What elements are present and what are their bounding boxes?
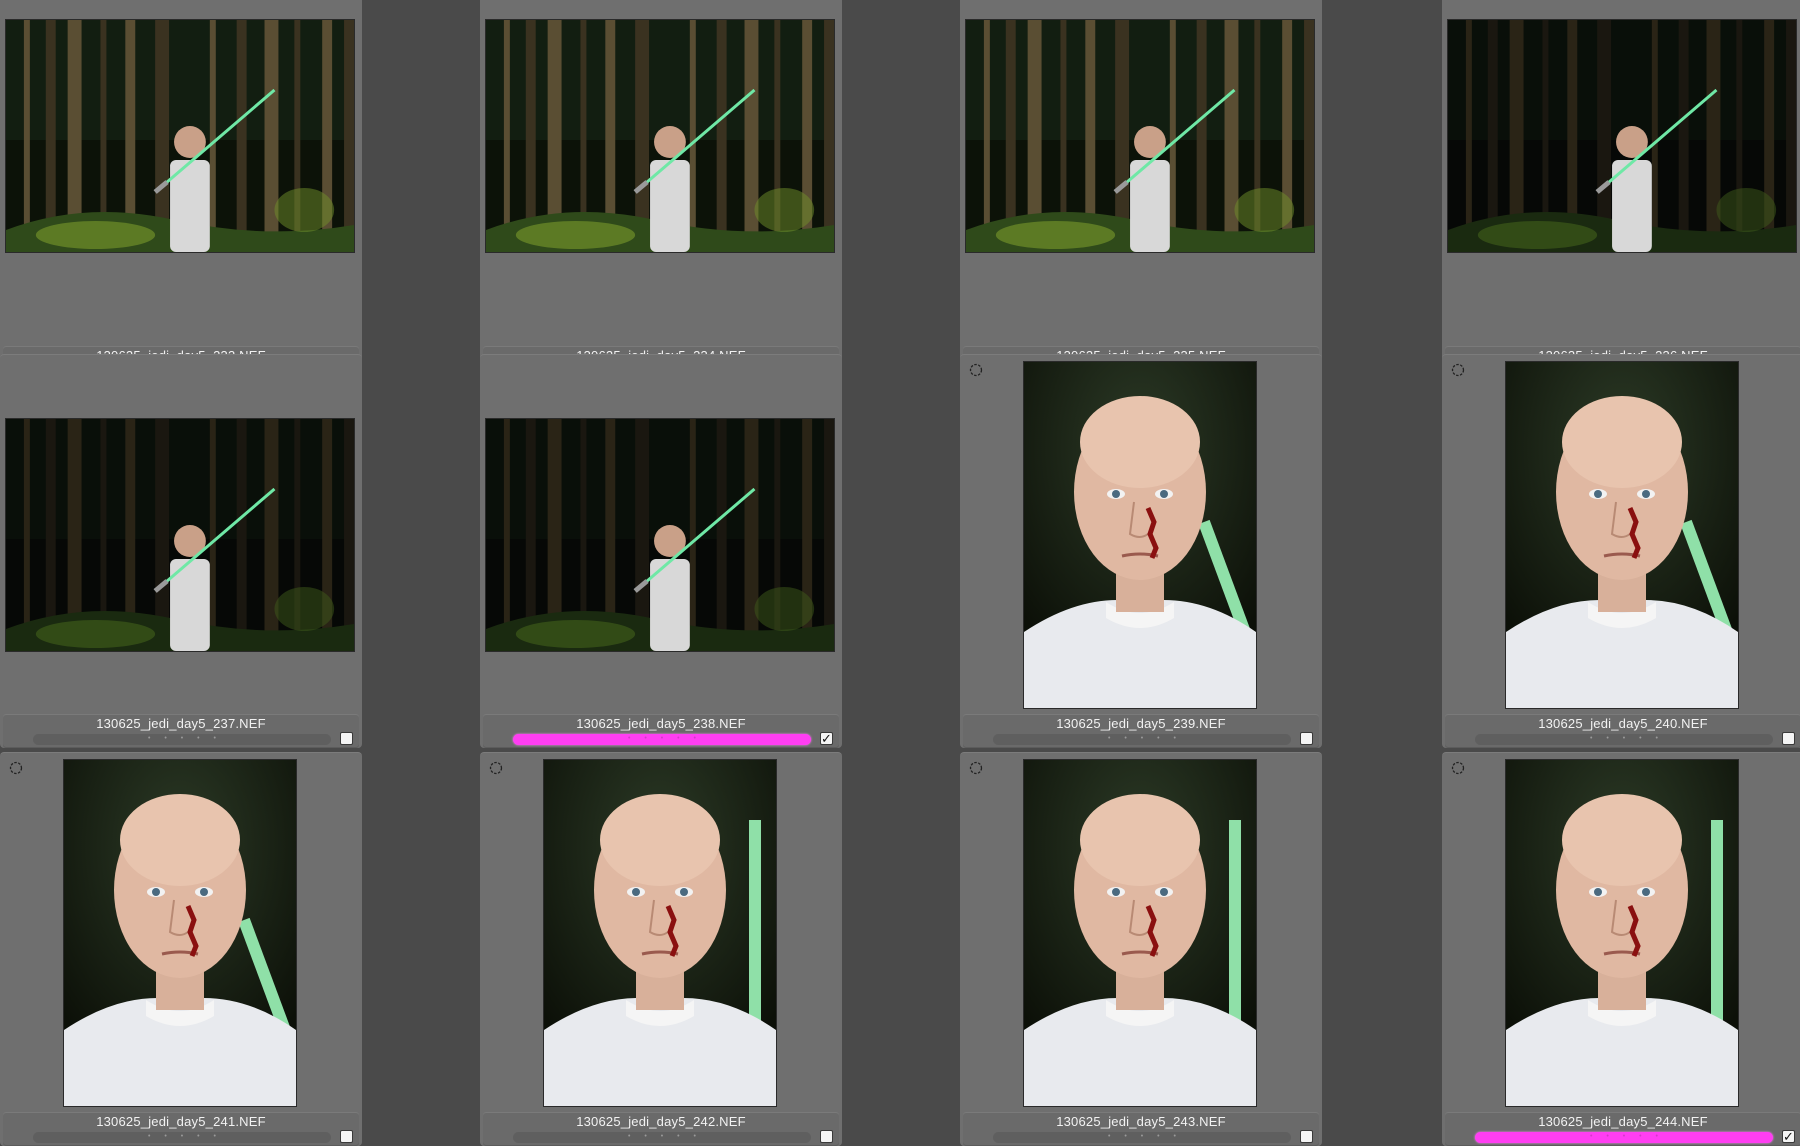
thumbnail-cell[interactable]: 130625_jedi_day5_242.NEF • • • • •	[480, 752, 842, 1146]
star-rating[interactable]: • • • • •	[993, 734, 1291, 745]
color-label-bar[interactable]: • • • • •	[33, 734, 331, 745]
thumbnail-footer: 130625_jedi_day5_239.NEF • • • • •	[963, 714, 1319, 748]
thumbnail-cell[interactable]: 130625_jedi_day5_239.NEF • • • • •	[960, 354, 1322, 748]
thumbnail-cell[interactable]: 130625_jedi_day5_241.NEF • • • • •	[0, 752, 362, 1146]
thumbnail-cell[interactable]: 130625_jedi_day5_243.NEF • • • • •	[960, 752, 1322, 1146]
photo-thumbnail[interactable]	[64, 760, 296, 1106]
thumbnail-cell[interactable]: 130625_jedi_day5_240.NEF • • • • •	[1442, 354, 1800, 748]
select-checkbox[interactable]: ✓	[1782, 1130, 1795, 1143]
thumbnail-footer: 130625_jedi_day5_240.NEF • • • • •	[1445, 714, 1800, 748]
select-checkbox[interactable]	[820, 1130, 833, 1143]
star-rating[interactable]: • • • • •	[513, 734, 811, 745]
thumbnail-footer: 130625_jedi_day5_241.NEF • • • • •	[3, 1112, 359, 1146]
star-rating[interactable]: • • • • •	[1475, 1132, 1773, 1143]
star-rating[interactable]: • • • • •	[33, 1132, 331, 1143]
photo-thumbnail[interactable]	[1448, 20, 1796, 252]
photo-thumbnail[interactable]	[6, 419, 354, 651]
color-label-bar[interactable]: • • • • •	[993, 734, 1291, 745]
sync-icon	[969, 363, 983, 377]
sync-icon	[1451, 363, 1465, 377]
filename-label: 130625_jedi_day5_237.NEF	[96, 716, 266, 731]
photo-thumbnail[interactable]	[486, 419, 834, 651]
thumbnail-footer: 130625_jedi_day5_243.NEF • • • • •	[963, 1112, 1319, 1146]
star-rating[interactable]: • • • • •	[993, 1132, 1291, 1143]
color-label-bar[interactable]: • • • • •	[513, 1132, 811, 1143]
filename-label: 130625_jedi_day5_242.NEF	[576, 1114, 746, 1129]
select-checkbox[interactable]	[340, 1130, 353, 1143]
select-checkbox[interactable]	[340, 732, 353, 745]
star-rating[interactable]: • • • • •	[513, 1132, 811, 1143]
color-label-bar[interactable]: • • • • •	[1475, 1132, 1773, 1143]
thumbnail-cell[interactable]: 130625_jedi_day5_238.NEF • • • • • ✓	[480, 354, 842, 748]
filename-label: 130625_jedi_day5_241.NEF	[96, 1114, 266, 1129]
select-checkbox[interactable]	[1300, 1130, 1313, 1143]
thumbnail-footer: 130625_jedi_day5_244.NEF • • • • • ✓	[1445, 1112, 1800, 1146]
color-label-bar[interactable]: • • • • •	[1475, 734, 1773, 745]
thumbnail-cell[interactable]: 130625_jedi_day5_236.NEF• • • • •✓	[1442, 0, 1800, 380]
color-label-bar[interactable]: • • • • •	[33, 1132, 331, 1143]
sync-icon	[969, 761, 983, 775]
photo-thumbnail[interactable]	[1024, 760, 1256, 1106]
filename-label: 130625_jedi_day5_240.NEF	[1538, 716, 1708, 731]
photo-thumbnail[interactable]	[966, 20, 1314, 252]
sync-icon	[489, 761, 503, 775]
select-checkbox[interactable]	[1782, 732, 1795, 745]
filename-label: 130625_jedi_day5_239.NEF	[1056, 716, 1226, 731]
select-checkbox[interactable]: ✓	[820, 732, 833, 745]
photo-thumbnail[interactable]	[1024, 362, 1256, 708]
filename-label: 130625_jedi_day5_244.NEF	[1538, 1114, 1708, 1129]
thumbnail-cell[interactable]: 130625_jedi_day5_237.NEF • • • • •	[0, 354, 362, 748]
thumbnail-footer: 130625_jedi_day5_242.NEF • • • • •	[483, 1112, 839, 1146]
color-label-bar[interactable]: • • • • •	[993, 1132, 1291, 1143]
color-label-bar[interactable]: • • • • •	[513, 734, 811, 745]
select-checkbox[interactable]	[1300, 732, 1313, 745]
filename-label: 130625_jedi_day5_243.NEF	[1056, 1114, 1226, 1129]
thumbnail-cell[interactable]: 130625_jedi_day5_233.NEF• • • • •✓	[0, 0, 362, 380]
photo-thumbnail[interactable]	[486, 20, 834, 252]
photo-thumbnail[interactable]	[1506, 362, 1738, 708]
thumbnail-cell[interactable]: 130625_jedi_day5_234.NEF• • • • •	[480, 0, 842, 380]
filename-label: 130625_jedi_day5_238.NEF	[576, 716, 746, 731]
photo-thumbnail[interactable]	[1506, 760, 1738, 1106]
thumbnail-cell[interactable]: 130625_jedi_day5_244.NEF • • • • • ✓	[1442, 752, 1800, 1146]
thumbnail-footer: 130625_jedi_day5_238.NEF • • • • • ✓	[483, 714, 839, 748]
star-rating[interactable]: • • • • •	[33, 734, 331, 745]
thumbnail-cell[interactable]: 130625_jedi_day5_235.NEF• • • • •	[960, 0, 1322, 380]
photo-thumbnail[interactable]	[6, 20, 354, 252]
photo-thumbnail[interactable]	[544, 760, 776, 1106]
star-rating[interactable]: • • • • •	[1475, 734, 1773, 745]
sync-icon	[9, 761, 23, 775]
sync-icon	[1451, 761, 1465, 775]
thumbnail-grid: 130625_jedi_day5_233.NEF• • • • •✓ 13062…	[0, 0, 1800, 1146]
thumbnail-footer: 130625_jedi_day5_237.NEF • • • • •	[3, 714, 359, 748]
